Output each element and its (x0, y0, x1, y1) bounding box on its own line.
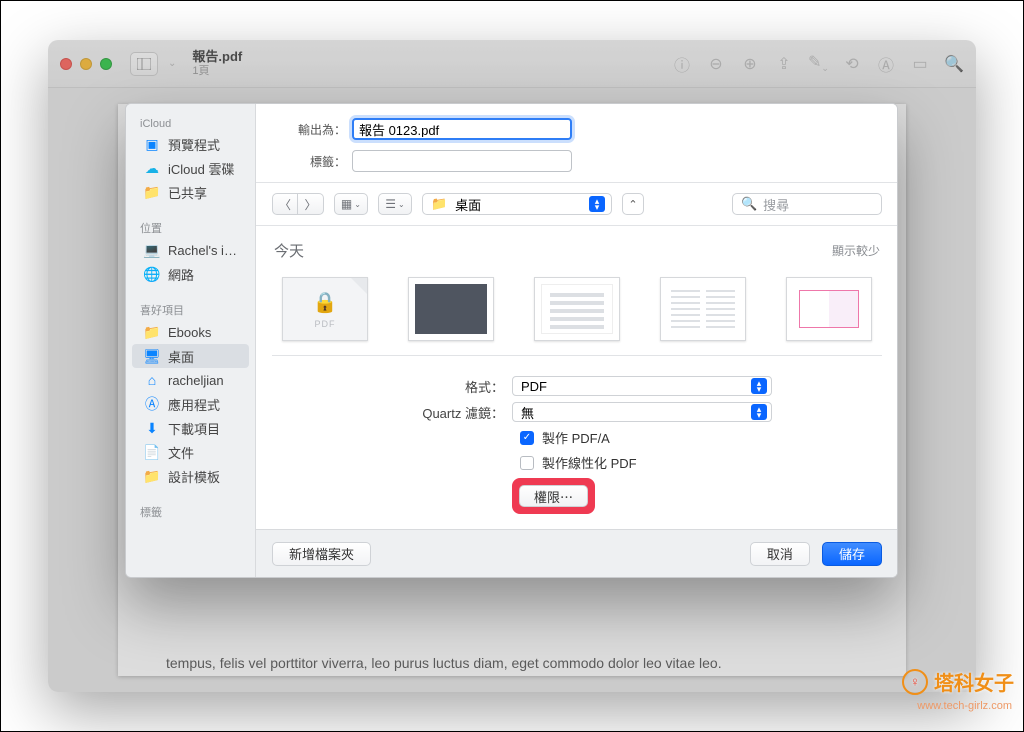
group-heading: 今天 (274, 240, 304, 261)
save-main: 輸出為： 標籤： 〈 〉 ▦ ⌄ ☰ ⌄ 📁 桌面 ⌃ (256, 104, 898, 577)
quartz-filter-label: Quartz 濾鏡： (272, 403, 512, 422)
sidebar-item-documents[interactable]: 📄 文件 (132, 440, 249, 464)
collapse-button[interactable]: ⌃ (622, 193, 644, 215)
stepper-icon (589, 196, 605, 212)
checkbox-icon: ✓ (520, 431, 534, 445)
permissions-button[interactable]: 權限⋯ (519, 485, 588, 507)
desktop-icon: 🖥 (144, 348, 160, 364)
sidebar-item-label: 設計模板 (168, 467, 220, 486)
documents-icon: 📄 (144, 444, 160, 460)
sidebar-item-downloads[interactable]: ⬇ 下載項目 (132, 416, 249, 440)
sidebar-item-computer[interactable]: 💻 Rachel's i… (132, 238, 249, 262)
export-save-sheet: iCloud ▣ 預覽程式 ☁ iCloud 雲碟 📁 已共享 位置 💻 Rac… (125, 103, 898, 578)
cancel-button[interactable]: 取消 (750, 542, 810, 566)
pdfa-checkbox-row[interactable]: ✓ 製作 PDF/A (520, 428, 882, 447)
folder-icon: 📁 (431, 196, 447, 212)
save-footer: 新增檔案夾 取消 儲存 (256, 529, 898, 577)
sidebar-heading-favorites: 喜好項目 (126, 296, 255, 320)
search-placeholder: 搜尋 (763, 195, 789, 214)
sidebar-item-ebooks[interactable]: 📁 Ebooks (132, 320, 249, 344)
applications-icon: Ⓐ (144, 396, 160, 412)
watermark-logo-icon: ♀ (902, 669, 928, 695)
file-thumb[interactable] (534, 277, 620, 341)
downloads-icon: ⬇ (144, 420, 160, 436)
sidebar-item-label: 桌面 (168, 347, 194, 366)
forward-button[interactable]: 〉 (298, 193, 324, 215)
folder-icon: 📁 (144, 324, 160, 340)
show-less-link[interactable]: 顯示較少 (832, 242, 880, 259)
new-folder-button[interactable]: 新增檔案夾 (272, 542, 371, 566)
sidebar-item-label: 文件 (168, 443, 194, 462)
stepper-icon (751, 404, 767, 420)
file-thumb[interactable] (660, 277, 746, 341)
sidebar-heading-locations: 位置 (126, 214, 255, 238)
sidebar-item-desktop[interactable]: 🖥 桌面 (132, 344, 249, 368)
file-thumb[interactable] (408, 277, 494, 341)
sidebar-item-label: iCloud 雲碟 (168, 159, 234, 178)
export-as-label: 輸出為： (276, 121, 352, 138)
permissions-highlight: 權限⋯ (512, 478, 595, 514)
save-button[interactable]: 儲存 (822, 542, 882, 566)
sidebar-item-label: 預覽程式 (168, 135, 220, 154)
linearize-checkbox-row[interactable]: 製作線性化 PDF (520, 453, 882, 472)
sidebar-item-icloud-drive[interactable]: ☁ iCloud 雲碟 (132, 156, 249, 180)
lock-icon: 🔒 (313, 290, 338, 315)
sidebar-item-label: Ebooks (168, 325, 211, 340)
sidebar-item-label: Rachel's i… (168, 243, 237, 258)
back-button[interactable]: 〈 (272, 193, 298, 215)
tags-label: 標籤： (276, 153, 352, 170)
file-browser[interactable]: 今天 顯示較少 🔒 PDF 格式： PDF (256, 226, 898, 529)
file-thumb[interactable] (786, 277, 872, 341)
pdfa-label: 製作 PDF/A (542, 428, 610, 447)
format-select[interactable]: PDF (512, 376, 772, 396)
filename-field[interactable] (352, 118, 572, 140)
location-popup[interactable]: 📁 桌面 (422, 193, 612, 215)
file-grid: 🔒 PDF (272, 271, 882, 355)
file-thumb-pdf[interactable]: 🔒 PDF (282, 277, 368, 341)
sidebar-item-shared[interactable]: 📁 已共享 (132, 180, 249, 204)
save-sidebar: iCloud ▣ 預覽程式 ☁ iCloud 雲碟 📁 已共享 位置 💻 Rac… (126, 104, 256, 577)
network-icon: 🌐 (144, 266, 160, 282)
filename-input[interactable] (359, 122, 565, 137)
laptop-icon: 💻 (144, 242, 160, 258)
location-label: 桌面 (455, 195, 481, 214)
checkbox-icon (520, 456, 534, 470)
view-icon-button[interactable]: ▦ ⌄ (334, 193, 368, 215)
sidebar-item-label: racheljian (168, 373, 224, 388)
sidebar-item-applications[interactable]: Ⓐ 應用程式 (132, 392, 249, 416)
save-nav-row: 〈 〉 ▦ ⌄ ☰ ⌄ 📁 桌面 ⌃ 🔍 搜尋 (256, 183, 898, 226)
save-name-area: 輸出為： 標籤： (256, 104, 898, 183)
search-icon: 🔍 (741, 196, 757, 212)
sidebar-item-home[interactable]: ⌂ racheljian (132, 368, 249, 392)
export-options: 格式： PDF Quartz 濾鏡： 無 ✓ 製作 PDF/A (272, 355, 882, 524)
stepper-icon (751, 378, 767, 394)
tags-field[interactable] (352, 150, 572, 172)
linearize-label: 製作線性化 PDF (542, 453, 637, 472)
app-icon: ▣ (144, 136, 160, 152)
format-label: 格式： (272, 377, 512, 396)
watermark-brand: 塔科女子 (934, 667, 1014, 696)
home-icon: ⌂ (144, 372, 160, 388)
sidebar-item-label: 已共享 (168, 183, 207, 202)
watermark: ♀ 塔科女子 (902, 667, 1014, 696)
folder-icon: 📁 (144, 468, 160, 484)
sidebar-item-templates[interactable]: 📁 設計模板 (132, 464, 249, 488)
watermark-url: www.tech-girlz.com (917, 700, 1012, 712)
cloud-icon: ☁ (144, 160, 160, 176)
quartz-filter-select[interactable]: 無 (512, 402, 772, 422)
sidebar-item-label: 網路 (168, 265, 194, 284)
shared-folder-icon: 📁 (144, 184, 160, 200)
pdf-badge: PDF (314, 319, 335, 329)
sidebar-heading-icloud: iCloud (126, 112, 255, 132)
quartz-filter-value: 無 (521, 403, 534, 422)
format-value: PDF (521, 379, 547, 394)
sidebar-item-preview[interactable]: ▣ 預覽程式 (132, 132, 249, 156)
sidebar-heading-tags: 標籤 (126, 498, 255, 522)
history-nav: 〈 〉 (272, 193, 324, 215)
sidebar-item-label: 應用程式 (168, 395, 220, 414)
group-by-button[interactable]: ☰ ⌄ (378, 193, 412, 215)
search-field[interactable]: 🔍 搜尋 (732, 193, 882, 215)
sidebar-item-network[interactable]: 🌐 網路 (132, 262, 249, 286)
sidebar-item-label: 下載項目 (168, 419, 220, 438)
